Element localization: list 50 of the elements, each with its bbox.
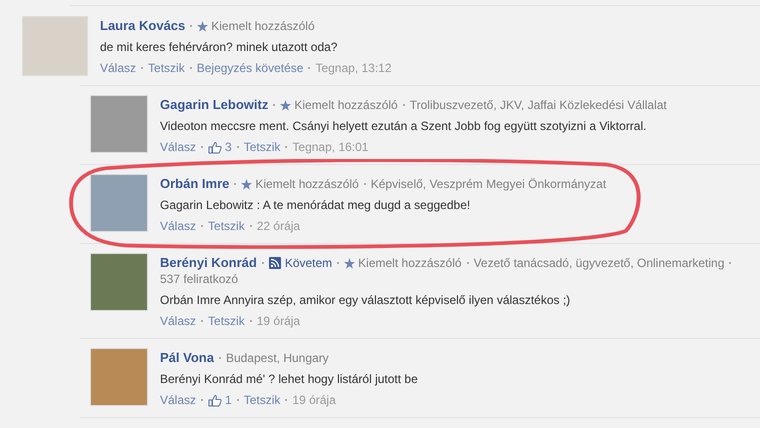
action-link[interactable]: Bejegyzés követése [196,60,304,76]
author-name[interactable]: Laura Kovács [100,18,186,34]
comment-text: Berényi Konrád mé' ? lehet hogy listáról jutott be [160,371,418,387]
feed-icon [268,257,281,269]
thumbs-up-icon [208,140,222,154]
author-name[interactable]: Orbán Imre [160,176,230,192]
author-name[interactable]: Pál Vona [160,350,214,366]
action-link[interactable]: Tetszik [244,392,280,408]
timestamp: Tegnap, 16:01 [292,139,368,155]
badge-label: Kiemelt hozzászóló [294,97,398,113]
follow-link[interactable]: Követem [284,255,332,271]
action-link[interactable]: Válasz [160,392,196,408]
badge-label: Kiemelt hozzászóló [255,176,359,192]
comment-text: Videoton meccsre ment. Csányi helyett ezután a Szent Jobb fog együtt szotyizni a Viktorral. [160,118,648,134]
comment-text: de mit keres fehérváron? minek utazott oda? [100,39,338,55]
author-info: Trolibuszvezető, JKV, Jaffai Közlekedési Vállalat [410,97,667,113]
like-count[interactable]: 1 [225,392,232,408]
comment-text: Orbán Imre Annyira szép, amikor egy választott képviselő ilyen választékos ;) [160,292,572,308]
action-link[interactable]: Tetszik [208,218,245,234]
author-name[interactable]: Berényi Konrád [160,255,257,271]
action-link[interactable]: Válasz [160,218,196,234]
timestamp: Tegnap, 13:12 [315,60,392,76]
author-name[interactable]: Gagarin Lebowitz [160,97,268,113]
avatar-photo-placeholder [90,174,148,232]
timestamp: 19 órája [256,313,300,329]
author-info: Budapest, Hungary [226,350,329,366]
action-link[interactable]: Tetszik [148,60,185,76]
action-link[interactable]: Válasz [160,139,196,155]
star-icon [241,178,252,190]
author-info: Képviselő, Veszprém Megyei Önkormányzat [370,176,606,192]
avatar-photo-placeholder [90,348,148,406]
comment-text: Gagarin Lebowitz : A te menórádat meg dugd a seggedbe! [160,197,472,213]
author-info: 537 feliratkozó [160,271,238,287]
like-count[interactable]: 3 [225,139,232,155]
action-link[interactable]: Válasz [100,60,136,76]
avatar-photo-placeholder [22,16,88,76]
timestamp: 22 órája [256,218,300,234]
star-icon [280,100,292,110]
action-link[interactable]: Tetszik [244,139,280,155]
avatar-photo-placeholder [90,95,148,153]
badge-label: Kiemelt hozzászóló [211,18,315,34]
badge-label: Kiemelt hozzászóló [358,255,462,271]
author-info: Vezető tanácsadó, ügyvezető, Onlinemarketing [474,255,724,271]
thumbs-up-icon [208,394,222,406]
action-link[interactable]: Tetszik [208,313,245,329]
star-icon [197,20,208,32]
action-link[interactable]: Válasz [160,313,196,329]
star-icon [344,258,356,268]
avatar-photo-placeholder [90,253,148,311]
timestamp: 19 órája [292,392,336,408]
